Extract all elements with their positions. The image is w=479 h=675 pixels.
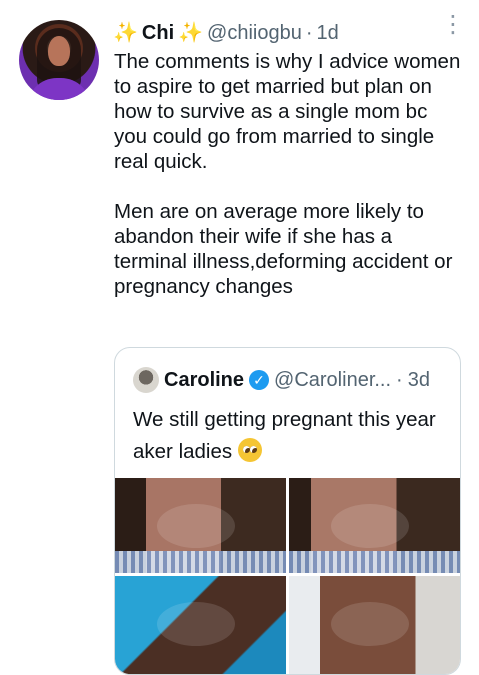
photo-4[interactable] (289, 576, 460, 674)
quoted-user-handle[interactable]: @Caroliner... (274, 369, 391, 392)
user-handle[interactable]: @chiiogbu (207, 22, 302, 45)
tweet-time[interactable]: 1d (317, 22, 339, 45)
photo-shirt (289, 551, 460, 573)
tweet[interactable]: ✨ Chi ✨ @chiiogbu · 1d ⋮ The comments is… (0, 0, 479, 675)
quoted-tweet-text-wrap: We still getting pregnant this year aker… (133, 406, 439, 466)
sparkle-icon: ✨ (113, 22, 138, 44)
dot-separator: · (396, 368, 403, 391)
photo-highlight (331, 504, 409, 548)
tweet-text: The comments is why I advice women to as… (114, 50, 461, 298)
tweet-header: ✨ Chi ✨ @chiiogbu · 1d (113, 20, 339, 46)
quoted-avatar[interactable] (133, 367, 159, 393)
display-name[interactable]: Chi (142, 22, 174, 45)
quoted-tweet[interactable]: Caroline ✓ @Caroliner... · 3d We still g… (114, 347, 461, 675)
photo-shirt (115, 551, 286, 573)
quoted-tweet-time[interactable]: 3d (408, 369, 430, 392)
dot-separator: · (305, 21, 313, 44)
photo-highlight (157, 602, 235, 646)
quoted-tweet-header: Caroline ✓ @Caroliner... · 3d (133, 367, 448, 393)
photo-2[interactable] (289, 478, 460, 573)
avatar-face (48, 36, 70, 66)
profile-avatar[interactable] (19, 20, 99, 100)
photo-1[interactable] (115, 478, 286, 573)
image-grid (115, 478, 460, 674)
verified-check-icon: ✓ (249, 370, 270, 390)
quoted-display-name[interactable]: Caroline (164, 369, 244, 392)
vertical-ellipsis-icon[interactable]: ⋮ (441, 13, 465, 45)
quoted-tweet-text: We still getting pregnant this year aker… (133, 408, 436, 463)
photo-highlight (157, 504, 235, 548)
photo-highlight (331, 602, 409, 646)
sparkle-icon: ✨ (178, 22, 204, 44)
pleading-face-icon (237, 438, 262, 462)
photo-3[interactable] (115, 576, 286, 674)
